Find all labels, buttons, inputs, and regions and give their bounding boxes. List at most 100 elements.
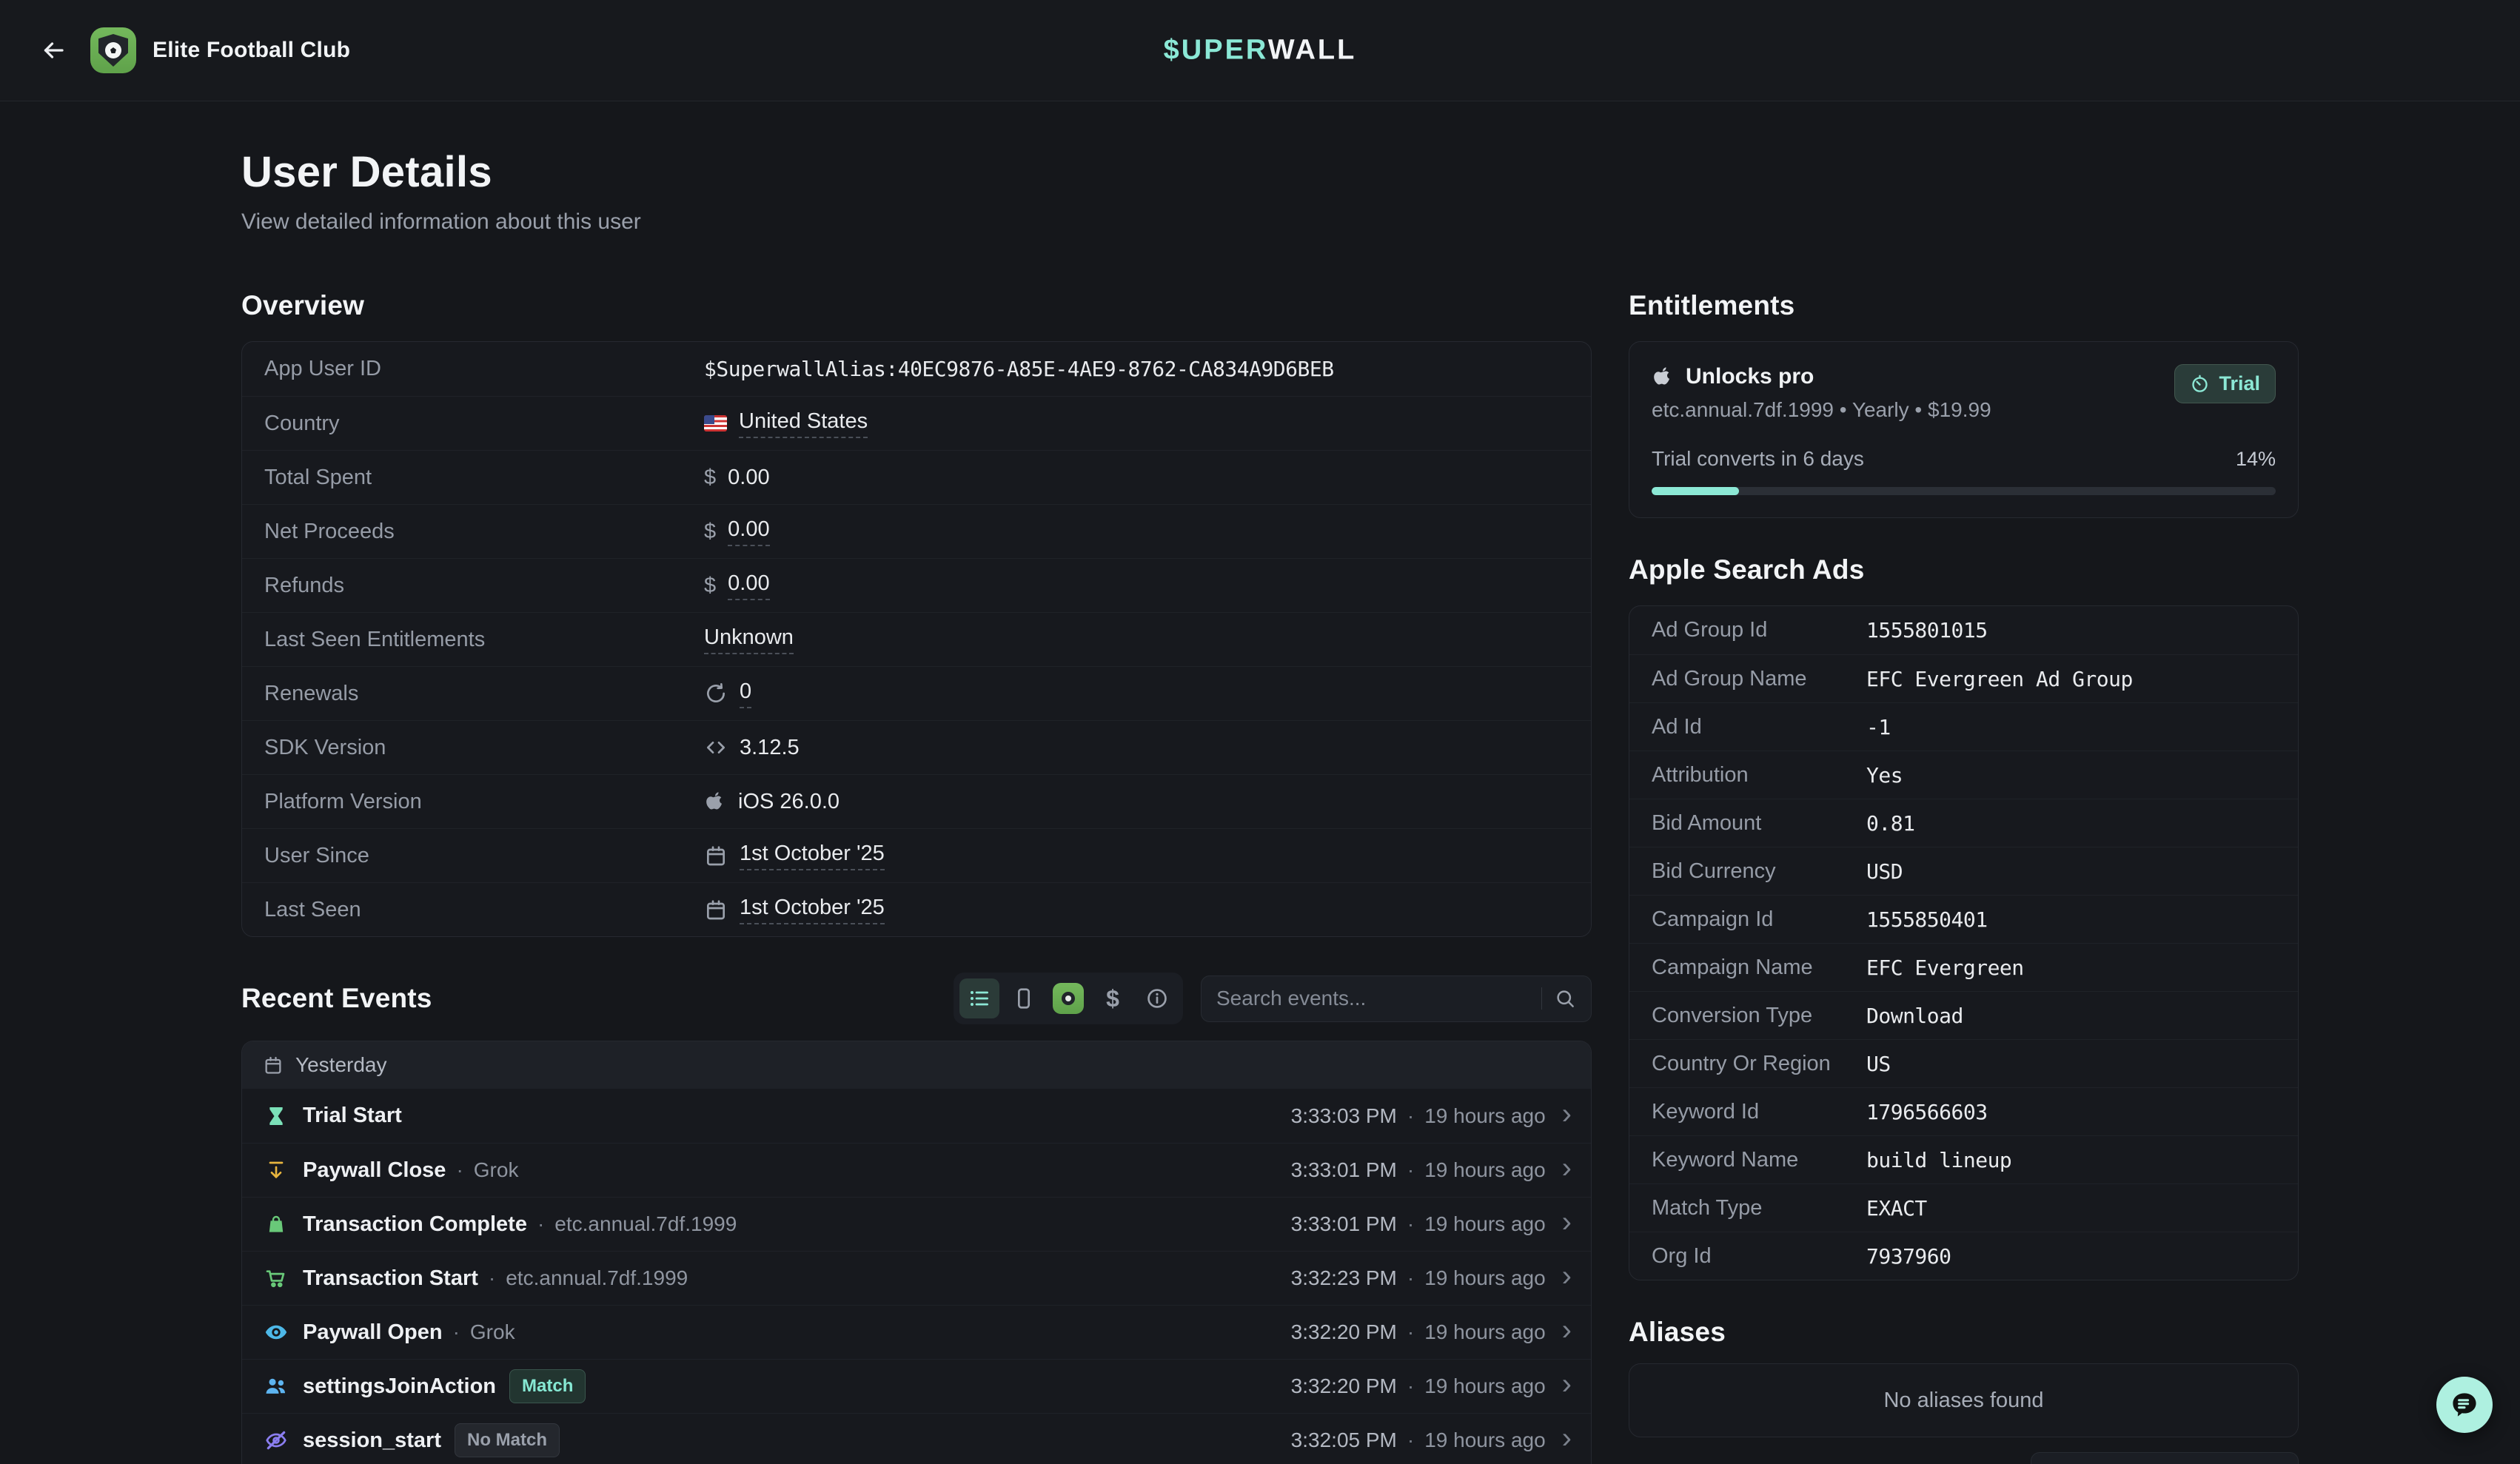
- table-row: SDK Version3.12.5: [242, 720, 1591, 774]
- event-name: Trial Start: [303, 1104, 402, 1128]
- event-row[interactable]: Trial Start3:33:03 PM·19 hours ago›: [242, 1089, 1591, 1143]
- row-value: EFC Evergreen: [1866, 956, 2024, 980]
- event-relative-time: 19 hours ago: [1424, 1428, 1545, 1452]
- search-divider: [1541, 987, 1542, 1010]
- row-value: 3.12.5: [704, 736, 800, 760]
- row-label: Attribution: [1652, 763, 1866, 788]
- row-value: build lineup: [1866, 1148, 2011, 1172]
- table-row: User Since1st October '25: [242, 828, 1591, 882]
- table-row: Conversion TypeDownload: [1629, 991, 2298, 1039]
- row-label: Last Seen Entitlements: [264, 628, 704, 652]
- event-name: Paywall Open: [303, 1320, 443, 1345]
- row-label: Country Or Region: [1652, 1052, 1866, 1076]
- page-subtitle: View detailed information about this use…: [241, 208, 1592, 236]
- arrow-left-icon: [40, 37, 67, 64]
- support-chat-button[interactable]: [2436, 1377, 2493, 1433]
- timer-icon: [2190, 374, 2210, 394]
- app-icon: [90, 27, 136, 73]
- row-value: iOS 26.0.0: [704, 790, 840, 814]
- shield-icon: [98, 34, 128, 67]
- revenue-filter-button[interactable]: $: [1093, 978, 1133, 1018]
- hourglass-icon: [261, 1104, 291, 1128]
- refresh-icon: [704, 682, 728, 705]
- trial-progress-row: Trial converts in 6 days 14%: [1652, 447, 2276, 471]
- row-label: Campaign Name: [1652, 956, 1866, 980]
- list-filter-button[interactable]: [959, 978, 999, 1018]
- event-relative-time: 19 hours ago: [1424, 1104, 1545, 1128]
- separator-dot: ·: [456, 1158, 463, 1182]
- football-icon: [105, 42, 121, 58]
- event-row[interactable]: Paywall Open·Grok3:32:20 PM·19 hours ago…: [242, 1305, 1591, 1359]
- event-row[interactable]: session_startNo Match3:32:05 PM·19 hours…: [242, 1413, 1591, 1464]
- value-text: EFC Evergreen: [1866, 956, 2024, 980]
- events-search[interactable]: [1201, 976, 1592, 1022]
- event-subtitle: Grok: [470, 1320, 515, 1344]
- us-flag-icon: [704, 415, 727, 432]
- value-text: iOS 26.0.0: [738, 790, 840, 814]
- events-search-input[interactable]: [1216, 987, 1535, 1010]
- value-text: Unknown: [704, 625, 794, 654]
- logo-teal-part: $UPER: [1164, 35, 1268, 66]
- event-match-badge: Match: [509, 1369, 586, 1403]
- chat-bubble-icon: [2448, 1389, 2481, 1421]
- row-value: USD: [1866, 859, 1903, 884]
- value-text: Download: [1866, 1004, 1963, 1028]
- row-label: Net Proceeds: [264, 520, 704, 544]
- back-button[interactable]: [33, 30, 74, 71]
- event-relative-time: 19 hours ago: [1424, 1320, 1545, 1344]
- event-name: Transaction Start: [303, 1266, 478, 1291]
- row-label: Renewals: [264, 682, 704, 706]
- table-row: Ad Group Id1555801015: [1629, 606, 2298, 654]
- row-value: $SuperwallAlias:40EC9876-A85E-4AE9-8762-…: [704, 357, 1334, 381]
- device-filter-button[interactable]: [1004, 978, 1044, 1018]
- row-value: EXACT: [1866, 1196, 1927, 1220]
- row-value: 0.81: [1866, 811, 1914, 836]
- event-row[interactable]: Transaction Complete·etc.annual.7df.1999…: [242, 1197, 1591, 1251]
- event-name: session_start: [303, 1428, 441, 1453]
- trial-progress-percent: 14%: [2236, 448, 2276, 471]
- entitlement-info: Unlocks pro etc.annual.7df.1999 • Yearly…: [1652, 364, 2174, 422]
- row-value: 0: [704, 679, 751, 708]
- row-value: $0.00: [704, 517, 770, 546]
- app-filter-button[interactable]: [1048, 978, 1088, 1018]
- row-label: Platform Version: [264, 790, 704, 814]
- value-text: 0.00: [728, 517, 769, 546]
- apple-icon: [704, 790, 726, 813]
- event-time: 3:33:01 PM: [1291, 1212, 1397, 1236]
- cart-icon: [261, 1266, 291, 1290]
- value-text: EXACT: [1866, 1196, 1927, 1220]
- trial-progress-fill: [1652, 487, 1739, 495]
- separator-dot: ·: [453, 1320, 460, 1344]
- row-value: Yes: [1866, 763, 1903, 788]
- event-relative-time: 19 hours ago: [1424, 1158, 1545, 1182]
- event-row[interactable]: Paywall Close·Grok3:33:01 PM·19 hours ag…: [242, 1143, 1591, 1197]
- event-relative-time: 19 hours ago: [1424, 1266, 1545, 1290]
- row-value: $0.00: [704, 571, 770, 600]
- events-group-header: Yesterday: [242, 1041, 1591, 1089]
- event-name: Paywall Close: [303, 1158, 446, 1183]
- event-subtitle: Grok: [474, 1158, 519, 1182]
- value-text: 1555801015: [1866, 618, 1988, 642]
- user-section-header: User: [1629, 1452, 2299, 1464]
- separator-dot: ·: [1407, 1266, 1414, 1290]
- info-filter-button[interactable]: [1137, 978, 1177, 1018]
- value-text: build lineup: [1866, 1148, 2011, 1172]
- row-value: US: [1866, 1052, 1891, 1076]
- event-subtitle: etc.annual.7df.1999: [554, 1212, 737, 1236]
- superwall-logo: $UPERWALL: [1164, 35, 1357, 67]
- user-attributes-search[interactable]: [2031, 1452, 2299, 1464]
- event-row[interactable]: Transaction Start·etc.annual.7df.19993:3…: [242, 1251, 1591, 1305]
- chevron-right-icon: ›: [1562, 1315, 1572, 1345]
- value-text: 3.12.5: [740, 736, 800, 760]
- table-row: CountryUnited States: [242, 396, 1591, 450]
- left-column: User Details View detailed information a…: [241, 101, 1592, 1464]
- top-bar: Elite Football Club $UPERWALL: [0, 0, 2520, 101]
- table-row: Renewals0: [242, 666, 1591, 720]
- entitlement-title-row: Unlocks pro: [1652, 364, 2174, 389]
- chevron-right-icon: ›: [1562, 1099, 1572, 1129]
- row-value: EFC Evergreen Ad Group: [1866, 667, 2133, 691]
- event-relative-time: 19 hours ago: [1424, 1212, 1545, 1236]
- separator-dot: ·: [1407, 1212, 1414, 1236]
- trial-progress-bar: [1652, 487, 2276, 495]
- event-row[interactable]: settingsJoinActionMatch3:32:20 PM·19 hou…: [242, 1359, 1591, 1413]
